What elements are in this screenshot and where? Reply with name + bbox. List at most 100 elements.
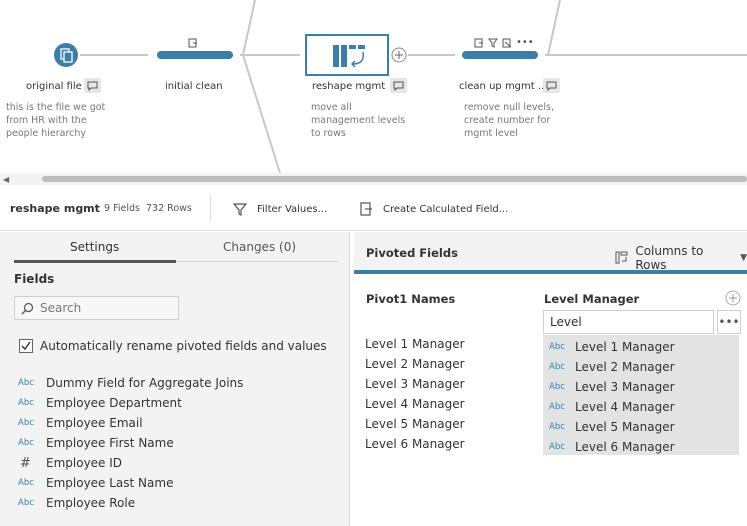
add-pivot-column-button[interactable] [725,290,741,306]
pivot-name-item[interactable]: Level 3 Manager [365,374,465,394]
node-label: reshape mgmt [312,81,386,92]
pivot-value-label: Level 1 Manager [575,340,675,354]
comment-icon[interactable] [543,78,560,93]
pivot-value-item[interactable]: Abc Level 2 Manager [543,357,739,377]
horizontal-scrollbar[interactable]: ◀ [0,173,747,185]
add-step-button[interactable] [391,47,407,63]
pivot-value-label: Level 2 Manager [575,360,675,374]
node-description: remove null levels, create number for mg… [464,102,554,139]
pivot-values-list: Abc Level 1 Manager Abc Level 2 Manager … [543,335,739,455]
filter-values-label: Filter Values... [257,203,328,215]
filter-icon [488,38,498,48]
string-type-icon: Abc [549,442,565,452]
step-change-icons: ••• [474,38,534,48]
rename-icon [188,38,197,48]
pivot-name-item[interactable]: Level 2 Manager [365,354,465,374]
field-name: Employee Last Name [46,476,174,490]
string-type-icon: Abc [18,498,34,508]
calc-icon [502,38,512,48]
pivot-value-item[interactable]: Abc Level 4 Manager [543,397,739,417]
toolbar-divider [210,195,211,221]
string-type-icon: Abc [549,402,565,412]
pivot-name-item[interactable]: Level 4 Manager [365,394,465,414]
node-label: original file [26,81,82,92]
pivot-name-item[interactable]: Level 6 Manager [365,434,465,454]
pivot-value-item[interactable]: Abc Level 6 Manager [543,437,739,457]
node-description: this is the file we got from HR with the… [6,102,106,139]
field-name: Employee ID [46,456,123,470]
rows-count: 732 Rows [146,203,192,214]
auto-rename-checkbox[interactable] [19,339,33,353]
active-tab-indicator [14,260,176,263]
node-reshape-mgmt[interactable] [305,34,389,76]
pivot-mode-dropdown[interactable]: Columns to Rows ▼ [614,244,747,272]
field-list-item[interactable]: Abc Employee Last Name [18,473,173,493]
more-options-button[interactable]: ••• [717,310,741,334]
node-initial-clean[interactable] [157,51,233,59]
plus-icon [725,290,741,306]
string-type-icon: Abc [18,438,34,448]
pivot-value-label: Level 5 Manager [575,420,675,434]
pivot-names-heading: Pivot1 Names [366,292,456,306]
columns-to-rows-icon [615,251,628,264]
field-list-item[interactable]: Abc Employee First Name [18,433,174,453]
step-toolbar: reshape mgmt 9 Fields 732 Rows Filter Va… [0,185,747,231]
string-type-icon: Abc [549,422,565,432]
pivot-name-item[interactable]: Level 1 Manager [365,334,465,354]
field-list-item[interactable]: # Employee ID [18,453,122,473]
string-type-icon: Abc [18,378,34,388]
field-name: Employee Role [46,496,136,510]
pivot-value-item[interactable]: Abc Level 3 Manager [543,377,739,397]
step-name: reshape mgmt [10,202,100,215]
pivoted-fields-panel: Pivoted Fields Columns to Rows ▼ Pivot1 … [351,232,747,526]
string-type-icon: Abc [18,478,34,488]
field-list-item[interactable]: Abc Employee Email [18,413,143,433]
node-original-file[interactable] [53,42,79,68]
filter-icon [232,203,248,216]
field-name: Employee Department [46,396,182,410]
create-calculated-field-button[interactable]: Create Calculated Field... [359,197,508,221]
pivot-mode-label: Columns to Rows [635,244,704,272]
pivot-value-label: Level 3 Manager [575,380,675,394]
field-list-item[interactable]: Abc Dummy Field for Aggregate Joins [18,373,243,393]
node-description: move all management levels to rows [311,102,406,139]
string-type-icon: Abc [18,418,34,428]
number-type-icon: # [20,455,31,471]
field-search[interactable] [14,296,179,320]
filter-values-button[interactable]: Filter Values... [232,197,327,221]
comment-icon[interactable] [84,78,101,93]
rename-icon [474,38,483,48]
field-name: Employee First Name [46,436,174,450]
tab-settings[interactable]: Settings [70,240,119,254]
tab-changes[interactable]: Changes (0) [223,240,296,254]
string-type-icon: Abc [18,398,34,408]
node-clean-up-mgmt[interactable] [462,51,538,59]
search-input[interactable] [40,301,170,315]
chevron-down-icon: ▼ [740,253,747,263]
pivot-name-item[interactable]: Level 5 Manager [365,414,465,434]
pivoted-fields-title: Pivoted Fields [366,246,458,260]
checkmark-icon [21,341,31,351]
scrollbar-thumb[interactable] [42,176,747,182]
pivot-icon [333,45,365,68]
pivoted-fields-header: Pivoted Fields Columns to Rows ▼ [354,232,747,274]
auto-rename-label: Automatically rename pivoted fields and … [40,339,327,353]
scroll-left-icon[interactable]: ◀ [3,175,9,184]
comment-icon[interactable] [390,78,407,93]
node-label: initial clean [165,81,223,92]
field-list-item[interactable]: Abc Employee Department [18,393,182,413]
string-type-icon: Abc [549,342,565,352]
string-type-icon: Abc [549,362,565,372]
string-type-icon: Abc [549,382,565,392]
search-icon [21,302,34,314]
pivot-value-item[interactable]: Abc Level 5 Manager [543,417,739,437]
more-icon: ••• [516,37,534,48]
pivot-values-name-input[interactable] [543,310,714,334]
flow-canvas[interactable]: original file this is the file we got fr… [0,0,747,173]
plus-icon [391,47,407,63]
settings-panel: Settings Changes (0) Fields Automaticall… [0,232,350,526]
field-list-item[interactable]: Abc Employee Role [18,493,135,513]
node-label: clean up mgmt ... [459,81,548,92]
pivot-value-item[interactable]: Abc Level 1 Manager [543,337,739,357]
more-icon: ••• [718,315,740,329]
